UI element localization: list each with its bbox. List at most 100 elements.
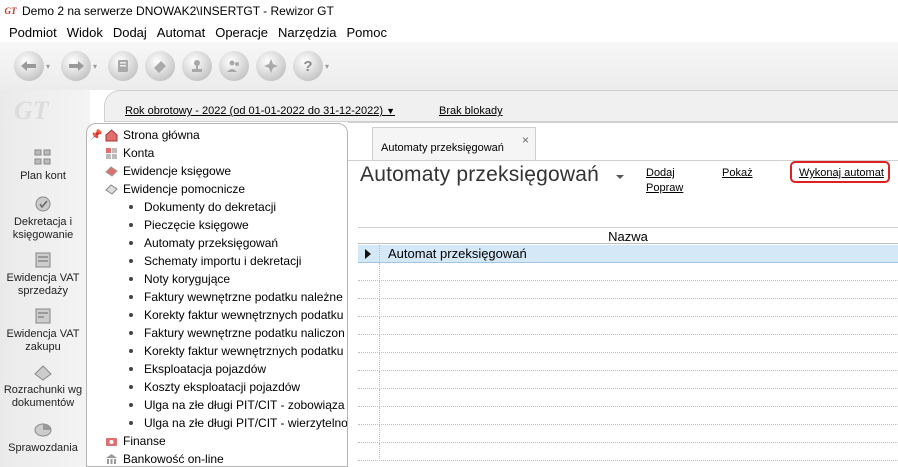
add-link[interactable]: Dodaj: [646, 167, 675, 179]
left-navigation: GT Plan kont Dekretacja i księgowanie Ew…: [0, 90, 90, 467]
people-button[interactable]: [219, 51, 249, 81]
tree-item-bankowosc[interactable]: Bankowość on-line: [105, 450, 224, 466]
menu-automat[interactable]: Automat: [152, 25, 210, 40]
row-indicator: [358, 299, 380, 317]
tree-item-label: Konta: [123, 146, 155, 160]
menu-widok[interactable]: Widok: [62, 25, 108, 40]
bullet-icon: [129, 259, 133, 263]
tree-subitem[interactable]: Eksploatacja pojazdów: [129, 360, 266, 378]
tree-subitem[interactable]: Korekty faktur wewnętrznych podatku: [129, 306, 343, 324]
row-indicator: [358, 281, 380, 299]
menu-operacje[interactable]: Operacje: [210, 25, 273, 40]
tree-subitem[interactable]: Ulga na złe długi PIT/CIT - zobowiąza: [129, 396, 345, 414]
ledger-icon: [108, 51, 138, 81]
nav-label: Plan kont: [20, 170, 66, 182]
window-title: Demo 2 na serwerze DNOWAK2\INSERTGT - Re…: [22, 4, 334, 18]
menu-pomoc[interactable]: Pomoc: [342, 25, 392, 40]
nav-dekretacja[interactable]: Dekretacja i księgowanie: [0, 194, 86, 242]
column-header-nazwa[interactable]: Nazwa: [358, 229, 898, 244]
back-button[interactable]: ▾: [14, 51, 54, 81]
tree-subitem[interactable]: Noty korygujące: [129, 270, 230, 288]
edit-link[interactable]: Popraw: [646, 182, 683, 194]
nav-sprawozdania[interactable]: Sprawozdania: [0, 420, 86, 455]
table-row-empty: [358, 299, 898, 317]
chevron-down-icon[interactable]: ▾: [46, 62, 54, 71]
tree-subitem[interactable]: Ulga na złe długi PIT/CIT - wierzytelno: [129, 414, 348, 432]
finance-icon: [106, 437, 117, 446]
tree-subitem-label: Ulga na złe długi PIT/CIT - zobowiąza: [144, 398, 345, 412]
row-indicator: [358, 245, 380, 263]
tree-subitem-label: Ulga na złe długi PIT/CIT - wierzytelno: [144, 416, 348, 430]
tree-subitem[interactable]: Dokumenty do dekretacji: [129, 198, 276, 216]
rewizor-gt-icon: GT: [4, 6, 17, 16]
nav-label: Dekretacja i księgowanie: [12, 216, 74, 241]
bullet-icon: [129, 331, 133, 335]
nav-plan-kont[interactable]: Plan kont: [0, 148, 86, 183]
bullet-icon: [129, 349, 133, 353]
tree-item-ewidencje-ksiegowe[interactable]: Ewidencje księgowe: [105, 162, 231, 180]
toolbar: ▾ ▾ ? ▾: [0, 42, 898, 90]
stamp-button[interactable]: [182, 51, 212, 81]
table-row-empty: [358, 281, 898, 299]
run-automat-highlight: [790, 161, 890, 183]
eraser-button[interactable]: [145, 51, 175, 81]
tree-item-label: Bankowość on-line: [123, 452, 224, 466]
row-indicator: [358, 317, 380, 335]
table-row-empty: [358, 353, 898, 371]
tree-subitem[interactable]: Korekty faktur wewnętrznych podatku: [129, 342, 343, 360]
close-icon[interactable]: ×: [522, 133, 529, 147]
show-link[interactable]: Pokaż: [722, 167, 753, 179]
tree-subitem[interactable]: Schematy importu i dekretacji: [129, 252, 301, 270]
fiscal-year-selector[interactable]: Rok obrotowy - 2022 (od 01-01-2022 do 31…: [125, 105, 395, 117]
tab-label: Automaty przeksięgowań: [381, 142, 504, 154]
automats-grid: Nazwa Automat przeksięgowań: [358, 227, 898, 467]
tree-item-ewidencje-pomocnicze[interactable]: Ewidencje pomocnicze: [105, 180, 245, 198]
menu-dodaj[interactable]: Dodaj: [108, 25, 152, 40]
tree-subitem[interactable]: Faktury wewnętrzne podatku należne: [129, 288, 343, 306]
table-row[interactable]: Automat przeksięgowań: [358, 245, 898, 263]
chevron-down-icon[interactable]: [616, 175, 624, 179]
bullet-icon: [129, 385, 133, 389]
table-row-empty: [358, 263, 898, 281]
tab-automaty[interactable]: Automaty przeksięgowań ×: [372, 127, 536, 161]
row-indicator: [358, 353, 380, 371]
current-row-icon: [365, 249, 371, 259]
tree-subitem[interactable]: Pieczęcie księgowe: [129, 216, 249, 234]
nav-vat-sprzedazy[interactable]: Ewidencja VAT sprzedaży: [0, 250, 86, 298]
book-icon: [105, 183, 118, 195]
nav-label: Ewidencja VAT zakupu: [6, 328, 80, 353]
tree-item-strona-glowna[interactable]: Strona główna: [105, 126, 200, 144]
filter-bar: Rok obrotowy - 2022 (od 01-01-2022 do 31…: [104, 90, 898, 122]
menu-podmiot[interactable]: Podmiot: [4, 25, 62, 40]
row-indicator: [358, 407, 380, 425]
bullet-icon: [129, 277, 133, 281]
bullet-icon: [129, 241, 133, 245]
help-button[interactable]: ? ▾: [293, 51, 333, 81]
people-icon: [219, 51, 249, 81]
nav-vat-zakupu[interactable]: Ewidencja VAT zakupu: [0, 306, 86, 354]
table-row-empty: [358, 425, 898, 443]
tree-subitem[interactable]: Koszty eksploatacji pojazdów: [129, 378, 300, 396]
tree-subitem[interactable]: Automaty przeksięgowań: [129, 234, 278, 252]
ledger-button[interactable]: [108, 51, 138, 81]
table-row-empty: [358, 443, 898, 461]
transfer-button[interactable]: [256, 51, 286, 81]
lock-status-link[interactable]: Brak blokady: [439, 105, 503, 117]
pin-icon[interactable]: 📌: [90, 130, 102, 141]
tree-subitem-label: Faktury wewnętrzne podatku naliczon: [144, 326, 345, 340]
tree-subitem-label: Automaty przeksięgowań: [144, 236, 279, 250]
bank-icon: [106, 453, 117, 464]
tree-item-konta[interactable]: Konta: [105, 144, 154, 162]
tree-subitem-label: Faktury wewnętrzne podatku należne: [144, 290, 343, 304]
row-indicator: [358, 443, 380, 461]
forward-button[interactable]: ▾: [61, 51, 101, 81]
nav-rozrachunki[interactable]: Rozrachunki wg dokumentów: [0, 362, 86, 410]
tree-subitem[interactable]: Faktury wewnętrzne podatku naliczon: [129, 324, 345, 342]
chevron-down-icon[interactable]: ▾: [325, 62, 333, 71]
menu-narzedzia[interactable]: Narzędzia: [273, 25, 342, 40]
page-title[interactable]: Automaty przeksięgowań: [360, 163, 599, 187]
tree-item-finanse[interactable]: Finanse: [105, 432, 166, 450]
gt-logo: GT: [14, 96, 49, 125]
chevron-down-icon[interactable]: ▾: [93, 62, 101, 71]
book-icon: [105, 165, 118, 177]
